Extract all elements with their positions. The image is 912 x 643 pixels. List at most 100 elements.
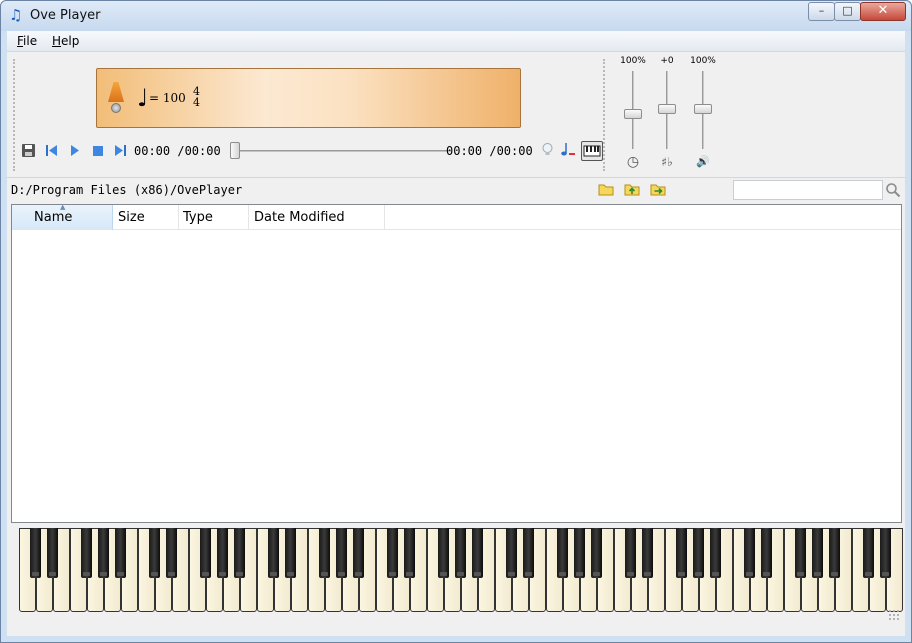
black-key[interactable]: [795, 528, 806, 578]
window-title: Ove Player: [30, 8, 101, 23]
column-type[interactable]: Type: [179, 205, 249, 230]
menu-help[interactable]: Help: [52, 34, 79, 48]
column-date-modified-label: Date Modified: [254, 210, 345, 225]
black-key[interactable]: [217, 528, 228, 578]
save-icon[interactable]: [21, 143, 36, 158]
black-key[interactable]: [81, 528, 92, 578]
time-signature-bottom: 4: [193, 96, 200, 109]
black-key[interactable]: [30, 528, 41, 578]
clock-icon: ◷: [626, 154, 640, 170]
menu-help-label: elp: [61, 34, 80, 48]
black-key[interactable]: [387, 528, 398, 578]
black-key[interactable]: [506, 528, 517, 578]
black-key[interactable]: [625, 528, 636, 578]
black-key[interactable]: [98, 528, 109, 578]
note-mute-icon[interactable]: [560, 142, 575, 157]
metronome-icon[interactable]: [108, 82, 124, 102]
black-key[interactable]: [353, 528, 364, 578]
stop-icon[interactable]: [90, 143, 105, 158]
speed-slider-thumb[interactable]: [624, 109, 642, 119]
minimize-button[interactable]: –: [808, 2, 835, 21]
folder-forward-icon[interactable]: [650, 182, 667, 197]
previous-icon[interactable]: [44, 143, 59, 158]
search-icon[interactable]: [885, 182, 901, 198]
close-icon: ✕: [877, 3, 889, 18]
black-key[interactable]: [863, 528, 874, 578]
piano-panel: [11, 523, 903, 623]
black-key[interactable]: [880, 528, 891, 578]
app-window: ♫ Ove Player – □ ✕ File Help ♩ = 100 4 4: [0, 0, 912, 643]
metronome-knob-icon[interactable]: [111, 103, 121, 113]
black-key[interactable]: [438, 528, 449, 578]
transpose-value: +0: [660, 56, 674, 66]
black-key[interactable]: [693, 528, 704, 578]
elapsed-time: 00:00 /00:00: [134, 144, 221, 158]
close-button[interactable]: ✕: [860, 2, 906, 21]
black-key[interactable]: [455, 528, 466, 578]
search-input[interactable]: [733, 180, 883, 200]
black-key[interactable]: [336, 528, 347, 578]
maximize-icon: □: [842, 4, 853, 17]
black-key[interactable]: [710, 528, 721, 578]
file-list[interactable]: ▲ Name Size Type Date Modified: [11, 203, 902, 523]
lightbulb-icon[interactable]: [540, 142, 555, 157]
maximize-button[interactable]: □: [834, 2, 861, 21]
column-name[interactable]: ▲ Name: [12, 203, 113, 230]
transpose-slider-thumb[interactable]: [658, 104, 676, 114]
sharp-flat-icon: ♯♭: [661, 155, 673, 169]
black-key[interactable]: [574, 528, 585, 578]
column-size-label: Size: [118, 210, 145, 225]
black-key[interactable]: [285, 528, 296, 578]
current-path: D:/Program Files (x86)/OvePlayer: [11, 183, 243, 197]
play-icon[interactable]: [67, 143, 82, 158]
client-area: File Help ♩ = 100 4 4 00:00 /00:00 00:00…: [7, 31, 905, 636]
column-size[interactable]: Size: [113, 205, 179, 230]
window-controls: – □ ✕: [808, 2, 906, 21]
quarter-note-icon: ♩: [137, 84, 149, 112]
black-key[interactable]: [744, 528, 755, 578]
minimize-icon: –: [818, 4, 825, 17]
music-note-icon: ♫: [9, 6, 23, 24]
seek-thumb[interactable]: [230, 142, 240, 159]
transport-bar: 00:00 /00:00 00:00 /00:00: [21, 141, 611, 161]
black-key[interactable]: [319, 528, 330, 578]
player-panel: ♩ = 100 4 4 00:00 /00:00 00:00 /00:00 10…: [7, 53, 905, 177]
black-key[interactable]: [472, 528, 483, 578]
column-type-label: Type: [183, 210, 213, 225]
column-date-modified[interactable]: Date Modified: [249, 205, 385, 230]
menu-file[interactable]: File: [17, 34, 37, 48]
black-key[interactable]: [47, 528, 58, 578]
black-key[interactable]: [115, 528, 126, 578]
slider-grip[interactable]: [603, 59, 605, 171]
black-key[interactable]: [200, 528, 211, 578]
volume-value: 100%: [690, 56, 716, 66]
black-key[interactable]: [642, 528, 653, 578]
black-key[interactable]: [404, 528, 415, 578]
black-key[interactable]: [829, 528, 840, 578]
black-key[interactable]: [268, 528, 279, 578]
black-key[interactable]: [812, 528, 823, 578]
volume-slider-thumb[interactable]: [694, 104, 712, 114]
open-folder-icon[interactable]: [598, 182, 615, 197]
tempo-display: ♩ = 100 4 4: [96, 68, 521, 128]
black-key[interactable]: [591, 528, 602, 578]
black-key[interactable]: [523, 528, 534, 578]
title-bar[interactable]: ♫ Ove Player – □ ✕: [1, 1, 911, 31]
black-key[interactable]: [761, 528, 772, 578]
speed-value: 100%: [620, 56, 646, 66]
file-list-header: ▲ Name Size Type Date Modified: [12, 203, 901, 230]
toolbar-grip[interactable]: [13, 59, 15, 171]
next-icon[interactable]: [113, 143, 128, 158]
black-key[interactable]: [149, 528, 160, 578]
keyboard-toggle-button[interactable]: [581, 141, 603, 161]
black-key[interactable]: [166, 528, 177, 578]
menu-file-label: ile: [23, 34, 38, 48]
seek-track[interactable]: [236, 150, 451, 152]
menu-bar: File Help: [7, 31, 905, 52]
column-name-label: Name: [34, 210, 73, 225]
black-key[interactable]: [557, 528, 568, 578]
resize-grip[interactable]: [888, 609, 900, 621]
black-key[interactable]: [234, 528, 245, 578]
black-key[interactable]: [676, 528, 687, 578]
folder-up-icon[interactable]: [624, 182, 641, 197]
